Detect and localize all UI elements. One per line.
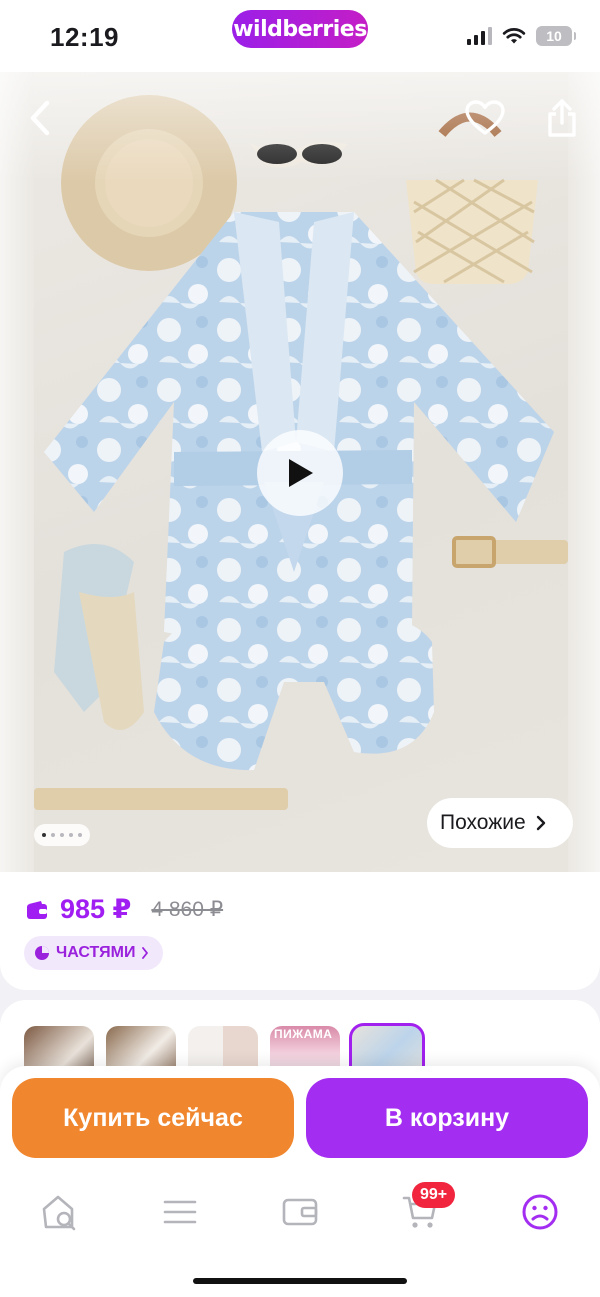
- tab-home[interactable]: [38, 1190, 82, 1234]
- action-bar: Купить сейчас В корзину: [0, 1066, 600, 1170]
- cart-count-badge: 99+: [412, 1182, 456, 1208]
- pagination-dot: [60, 833, 64, 837]
- battery-indicator: 10: [536, 26, 576, 46]
- buy-now-button[interactable]: Купить сейчас: [12, 1078, 294, 1158]
- play-video-button[interactable]: [257, 430, 343, 516]
- next-photo-edge: [568, 72, 600, 872]
- wifi-icon: [502, 28, 526, 44]
- installments-label: ЧАСТЯМИ: [56, 944, 136, 961]
- wallet-icon: [27, 900, 47, 919]
- similar-label: Похожие: [440, 811, 526, 834]
- cellular-signal-icon: [467, 27, 492, 45]
- back-button[interactable]: [20, 96, 60, 140]
- current-price: 985 ₽: [60, 894, 132, 924]
- similar-products-button[interactable]: Похожие: [427, 798, 573, 848]
- price-row: 985 ₽ 4 860 ₽: [26, 894, 223, 925]
- pagination-dot: [51, 833, 55, 837]
- status-bar: 12:19 wildberries 10: [0, 0, 600, 72]
- battery-level: 10: [546, 28, 562, 44]
- pie-chart-icon: [35, 946, 49, 960]
- home-search-icon: [42, 1195, 76, 1231]
- play-icon: [289, 459, 313, 487]
- price-card: 985 ₽ 4 860 ₽ ЧАСТЯМИ: [0, 872, 600, 990]
- add-to-cart-button[interactable]: В корзину: [306, 1078, 588, 1158]
- share-button[interactable]: [540, 94, 584, 142]
- menu-icon: [163, 1200, 197, 1224]
- chevron-left-icon: [30, 100, 50, 136]
- previous-photo-edge: [0, 72, 34, 872]
- tab-catalog[interactable]: [158, 1190, 202, 1234]
- share-icon: [548, 99, 576, 137]
- pagination-dot: [78, 833, 82, 837]
- product-photo[interactable]: Похожие: [0, 72, 600, 872]
- old-price: 4 860 ₽: [151, 898, 224, 921]
- home-indicator: [193, 1278, 407, 1284]
- photo-top-shade: [0, 72, 600, 182]
- pagination-dot: [69, 833, 73, 837]
- status-indicators: 10: [467, 26, 576, 46]
- chevron-right-icon: [536, 815, 545, 831]
- heart-icon: [465, 100, 505, 135]
- wallet-icon: [282, 1198, 318, 1226]
- brand-logo[interactable]: wildberries: [232, 10, 368, 48]
- tab-profile[interactable]: [518, 1190, 562, 1234]
- status-time: 12:19: [50, 22, 119, 52]
- thumbnail-caption: ПИЖАМА: [274, 1027, 333, 1041]
- installments-button[interactable]: ЧАСТЯМИ: [24, 936, 164, 970]
- photo-pagination: [34, 824, 90, 846]
- favorite-button[interactable]: [462, 96, 508, 140]
- tab-wallet[interactable]: [278, 1190, 322, 1234]
- chevron-right-icon: [142, 947, 149, 959]
- profile-icon: [522, 1194, 558, 1230]
- pagination-dot: [42, 833, 46, 837]
